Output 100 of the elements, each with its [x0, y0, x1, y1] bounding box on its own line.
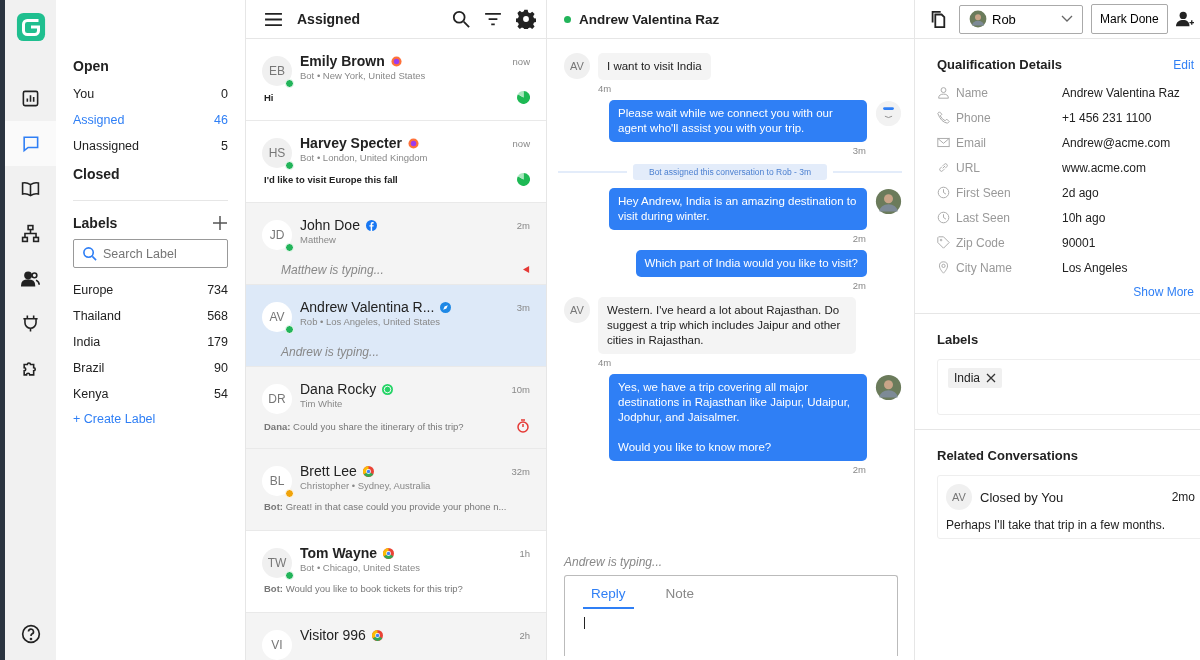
avatar: AV — [262, 302, 292, 332]
field-label: Email — [956, 135, 987, 150]
contact-name: Visitor 996 — [300, 627, 366, 643]
avatar: JD — [262, 220, 292, 250]
message-bubble: Which part of India would you like to visit? — [635, 250, 867, 277]
show-more-link[interactable]: Show More — [1133, 285, 1194, 299]
message-bubble: Please wait while we connect you with our agent who'll assist you with your trip. — [609, 100, 867, 142]
field-label: Name — [956, 85, 989, 100]
labels-box[interactable]: India — [937, 359, 1200, 415]
message-preview: Matthew is typing... — [280, 262, 385, 279]
conversation-time: 2h — [519, 629, 530, 641]
field-value: www.acme.com — [1062, 160, 1147, 175]
assignee-dropdown[interactable]: Rob — [959, 4, 1083, 34]
contact-name: John Doe — [300, 217, 360, 233]
flag-icon — [523, 265, 530, 273]
message-bubble: I want to visit India — [598, 53, 711, 80]
composer-tab[interactable]: Reply — [583, 576, 634, 609]
message-bubble: Western. I've heard a lot about Rajasthan. Do suggest a trip which includes Jaipur and other cities in Rajasthan. — [598, 297, 856, 354]
conversation-item[interactable]: DR Dana Rocky 10m Tim White Dana: Could you share the itinerary of this trip? — [246, 367, 546, 449]
message-time: 4m — [598, 357, 613, 368]
conversation-time: 1h — [519, 547, 530, 559]
browser-icon — [383, 547, 394, 559]
menu-icon[interactable] — [264, 11, 283, 27]
conversation-item[interactable]: JD John Doe 2m Matthew Matthew is typing... — [246, 203, 546, 285]
label-item[interactable]: India 179 — [73, 330, 228, 356]
browser-icon — [390, 55, 402, 67]
avatar: VI — [262, 630, 292, 660]
add-user-icon[interactable] — [1175, 10, 1194, 28]
section-heading[interactable]: Open — [73, 52, 228, 82]
conversation-time: 3m — [516, 301, 530, 313]
compass-icon — [440, 301, 452, 313]
copy-icon[interactable] — [929, 9, 947, 29]
message-preview: I'd like to visit Europe this fall — [264, 174, 398, 185]
phone-icon — [937, 111, 950, 124]
label-item[interactable]: Europe 734 — [73, 278, 228, 304]
chart-icon — [21, 89, 40, 108]
logo-icon — [15, 12, 46, 42]
contact-meta: Bot • London, United Kingdom — [300, 152, 429, 163]
avatar: TW — [262, 548, 292, 578]
conversation-item[interactable]: AV Andrew Valentina R... 3m Rob • Los Angeles, United States Andrew is typing... — [246, 285, 546, 367]
contact-meta: Bot • Chicago, United States — [300, 562, 422, 573]
message-time: 2m — [851, 233, 866, 244]
message-preview: Andrew is typing... — [279, 344, 381, 361]
phone-bubble-icon — [382, 383, 394, 395]
chevron-down-icon — [1061, 15, 1073, 23]
field-value: Los Angeles — [1062, 260, 1128, 275]
settings-icon[interactable] — [516, 9, 536, 29]
label-item[interactable]: Brazil 90 — [73, 356, 228, 382]
label-item[interactable]: Kenya 54 — [73, 382, 228, 408]
field-value: 2d ago — [1062, 185, 1099, 200]
close-icon[interactable] — [986, 373, 997, 383]
add-icon[interactable] — [212, 215, 228, 231]
label-item[interactable]: Thailand 568 — [73, 304, 228, 330]
search-icon[interactable] — [452, 10, 470, 28]
filter-icon[interactable] — [484, 12, 502, 26]
section-heading: Related Conversations — [937, 448, 1079, 463]
folder-item[interactable]: Unassigned 5 — [73, 134, 228, 160]
conversation-item[interactable]: BL Brett Lee 32m Christopher • Sydney, Australia Bot: Great! in that case could you provide your phone n... — [246, 449, 546, 531]
field-value: 10h ago — [1062, 210, 1106, 225]
avatar: AV — [946, 484, 972, 510]
avatar: EB — [262, 56, 292, 86]
avatar: AV — [564, 53, 590, 79]
message-time: 3m — [851, 145, 866, 156]
field-value: Andrew@acme.com — [1062, 135, 1171, 150]
contact-name: Andrew Valentina Raz — [579, 11, 720, 27]
edit-link[interactable]: Edit — [1173, 57, 1194, 72]
field-value: +1 456 231 1100 — [1062, 110, 1152, 125]
related-conversation-card[interactable]: AV Closed by You 2mo Perhaps I'll take that trip in a few months. — [937, 475, 1200, 539]
composer-tab[interactable]: Note — [657, 576, 703, 609]
f-logo-icon — [365, 219, 377, 231]
mark-done-button[interactable]: Mark Done — [1091, 4, 1168, 34]
help-icon[interactable] — [20, 624, 41, 644]
reply-box[interactable]: Reply Note — [564, 575, 898, 656]
message-bubble: Hey Andrew, India is an amazing destination to visit during winter. — [609, 188, 867, 230]
contact-meta: Bot • New York, United States — [300, 70, 427, 81]
field-label: Phone — [956, 110, 992, 125]
chat-icon — [21, 134, 40, 153]
conversation-time: now — [512, 55, 530, 67]
conversation-time: 10m — [511, 383, 530, 395]
contact-name: Emily Brown — [300, 53, 385, 69]
conversation-time: 2m — [516, 219, 530, 231]
field-label: City Name — [956, 260, 1013, 275]
section-heading[interactable]: Closed — [73, 160, 228, 190]
conversation-time: 32m — [511, 465, 530, 477]
agent-avatar — [969, 10, 987, 28]
folder-item[interactable]: Assigned 46 — [73, 108, 228, 134]
message-preview: Hi — [264, 92, 274, 103]
message-time: 2m — [851, 280, 866, 291]
people-icon — [21, 269, 40, 288]
user-icon — [937, 86, 950, 99]
message-preview: Bot: Great! in that case could you provide your phone n... — [264, 501, 507, 512]
create-label-link[interactable]: + Create Label — [73, 408, 228, 426]
section-heading: Labels — [937, 332, 980, 347]
section-heading: Qualification Details — [937, 57, 1062, 72]
conversation-item[interactable]: VI Visitor 996 2h — [246, 613, 546, 660]
search-field[interactable]: Search Label — [73, 239, 228, 268]
conversation-status: Closed by You — [980, 489, 1064, 505]
field-label: URL — [956, 160, 981, 175]
contact-name: Dana Rocky — [300, 381, 377, 397]
folder-item[interactable]: You 0 — [73, 82, 228, 108]
